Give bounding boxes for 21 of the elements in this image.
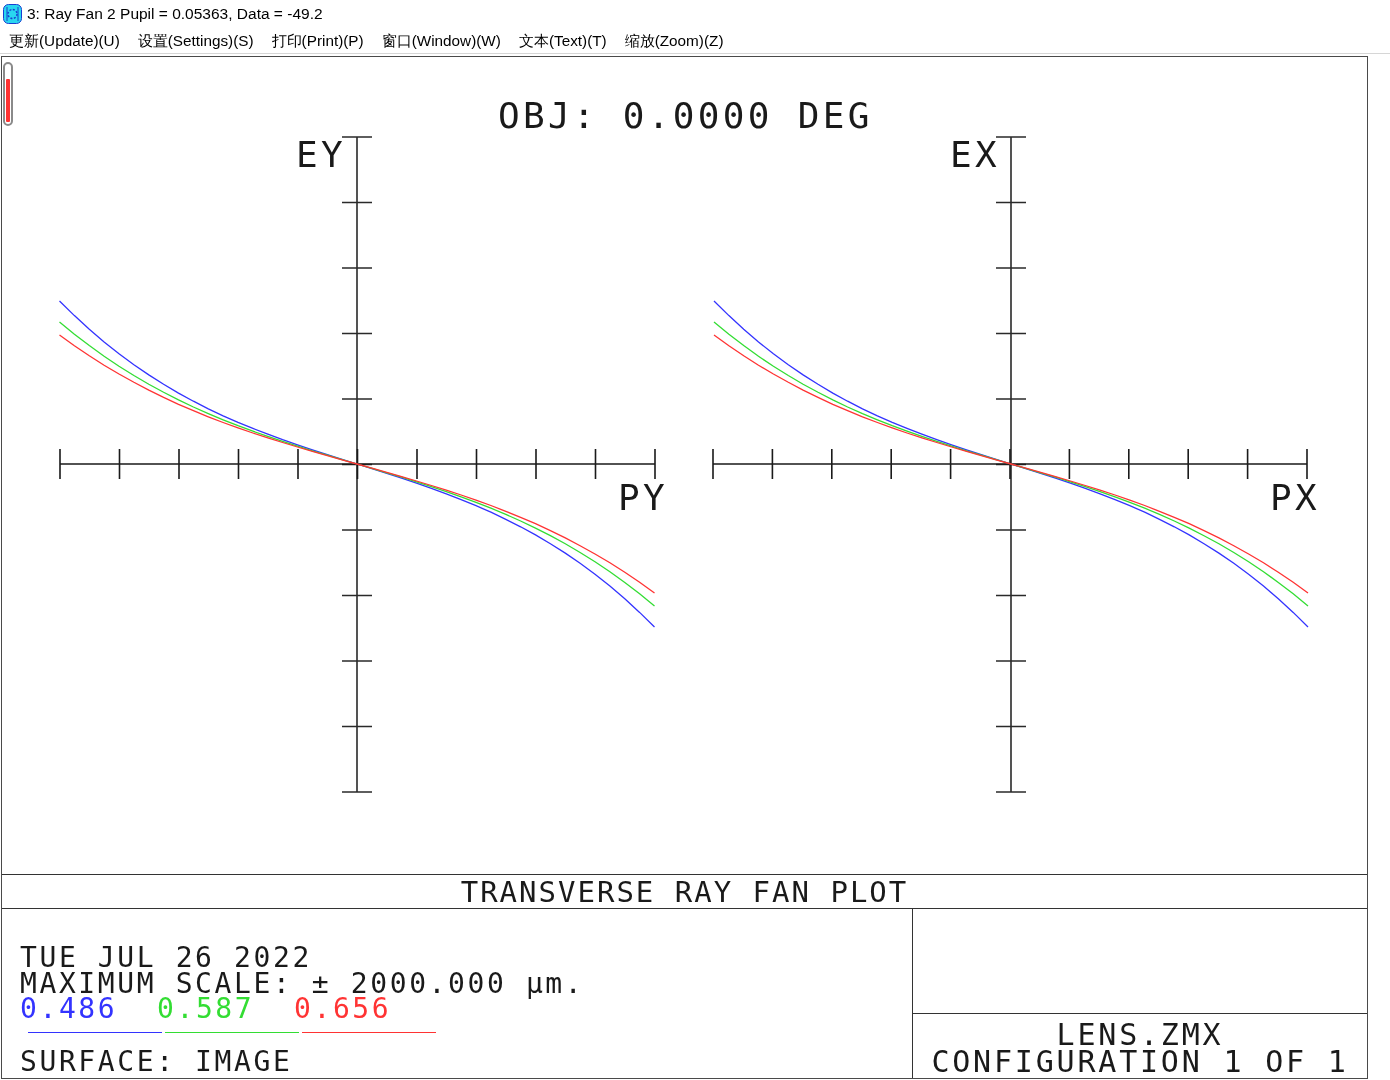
menu-item[interactable]: 文本(Text)(T) <box>518 30 607 51</box>
axis-label: EY <box>296 134 346 175</box>
menu-item[interactable]: 缩放(Zoom)(Z) <box>624 30 724 51</box>
axis-label: PX <box>1270 477 1320 518</box>
configuration-text: CONFIGURATION 1 OF 1 <box>931 1048 1349 1075</box>
menu-item[interactable]: 设置(Settings)(S) <box>137 30 254 51</box>
app-icon <box>3 4 22 24</box>
file-name: LENS.ZMX <box>1056 1021 1224 1048</box>
menu-item[interactable]: 窗口(Window)(W) <box>381 30 501 51</box>
axis-label: EX <box>950 134 1000 175</box>
date-text: TUE JUL 26 2022 <box>20 945 312 971</box>
wavelength-label: 0.486 <box>20 996 118 1022</box>
surface-text: SURFACE: IMAGE <box>20 1049 293 1075</box>
plot-heading: OBJ: 0.0000 DEG <box>498 95 873 136</box>
plot-title: TRANSVERSE RAY FAN PLOT <box>460 876 909 907</box>
wavelength-label: 0.587 <box>157 996 255 1022</box>
menu-item[interactable]: 更新(Update)(U) <box>9 30 120 51</box>
wavelength-label: 0.656 <box>294 996 392 1022</box>
window-title: 3: Ray Fan 2 Pupil = 0.05363, Data = -49.2 <box>27 5 323 23</box>
axis-label: PY <box>618 477 668 518</box>
menu-item[interactable]: 打印(Print)(P) <box>271 30 364 51</box>
